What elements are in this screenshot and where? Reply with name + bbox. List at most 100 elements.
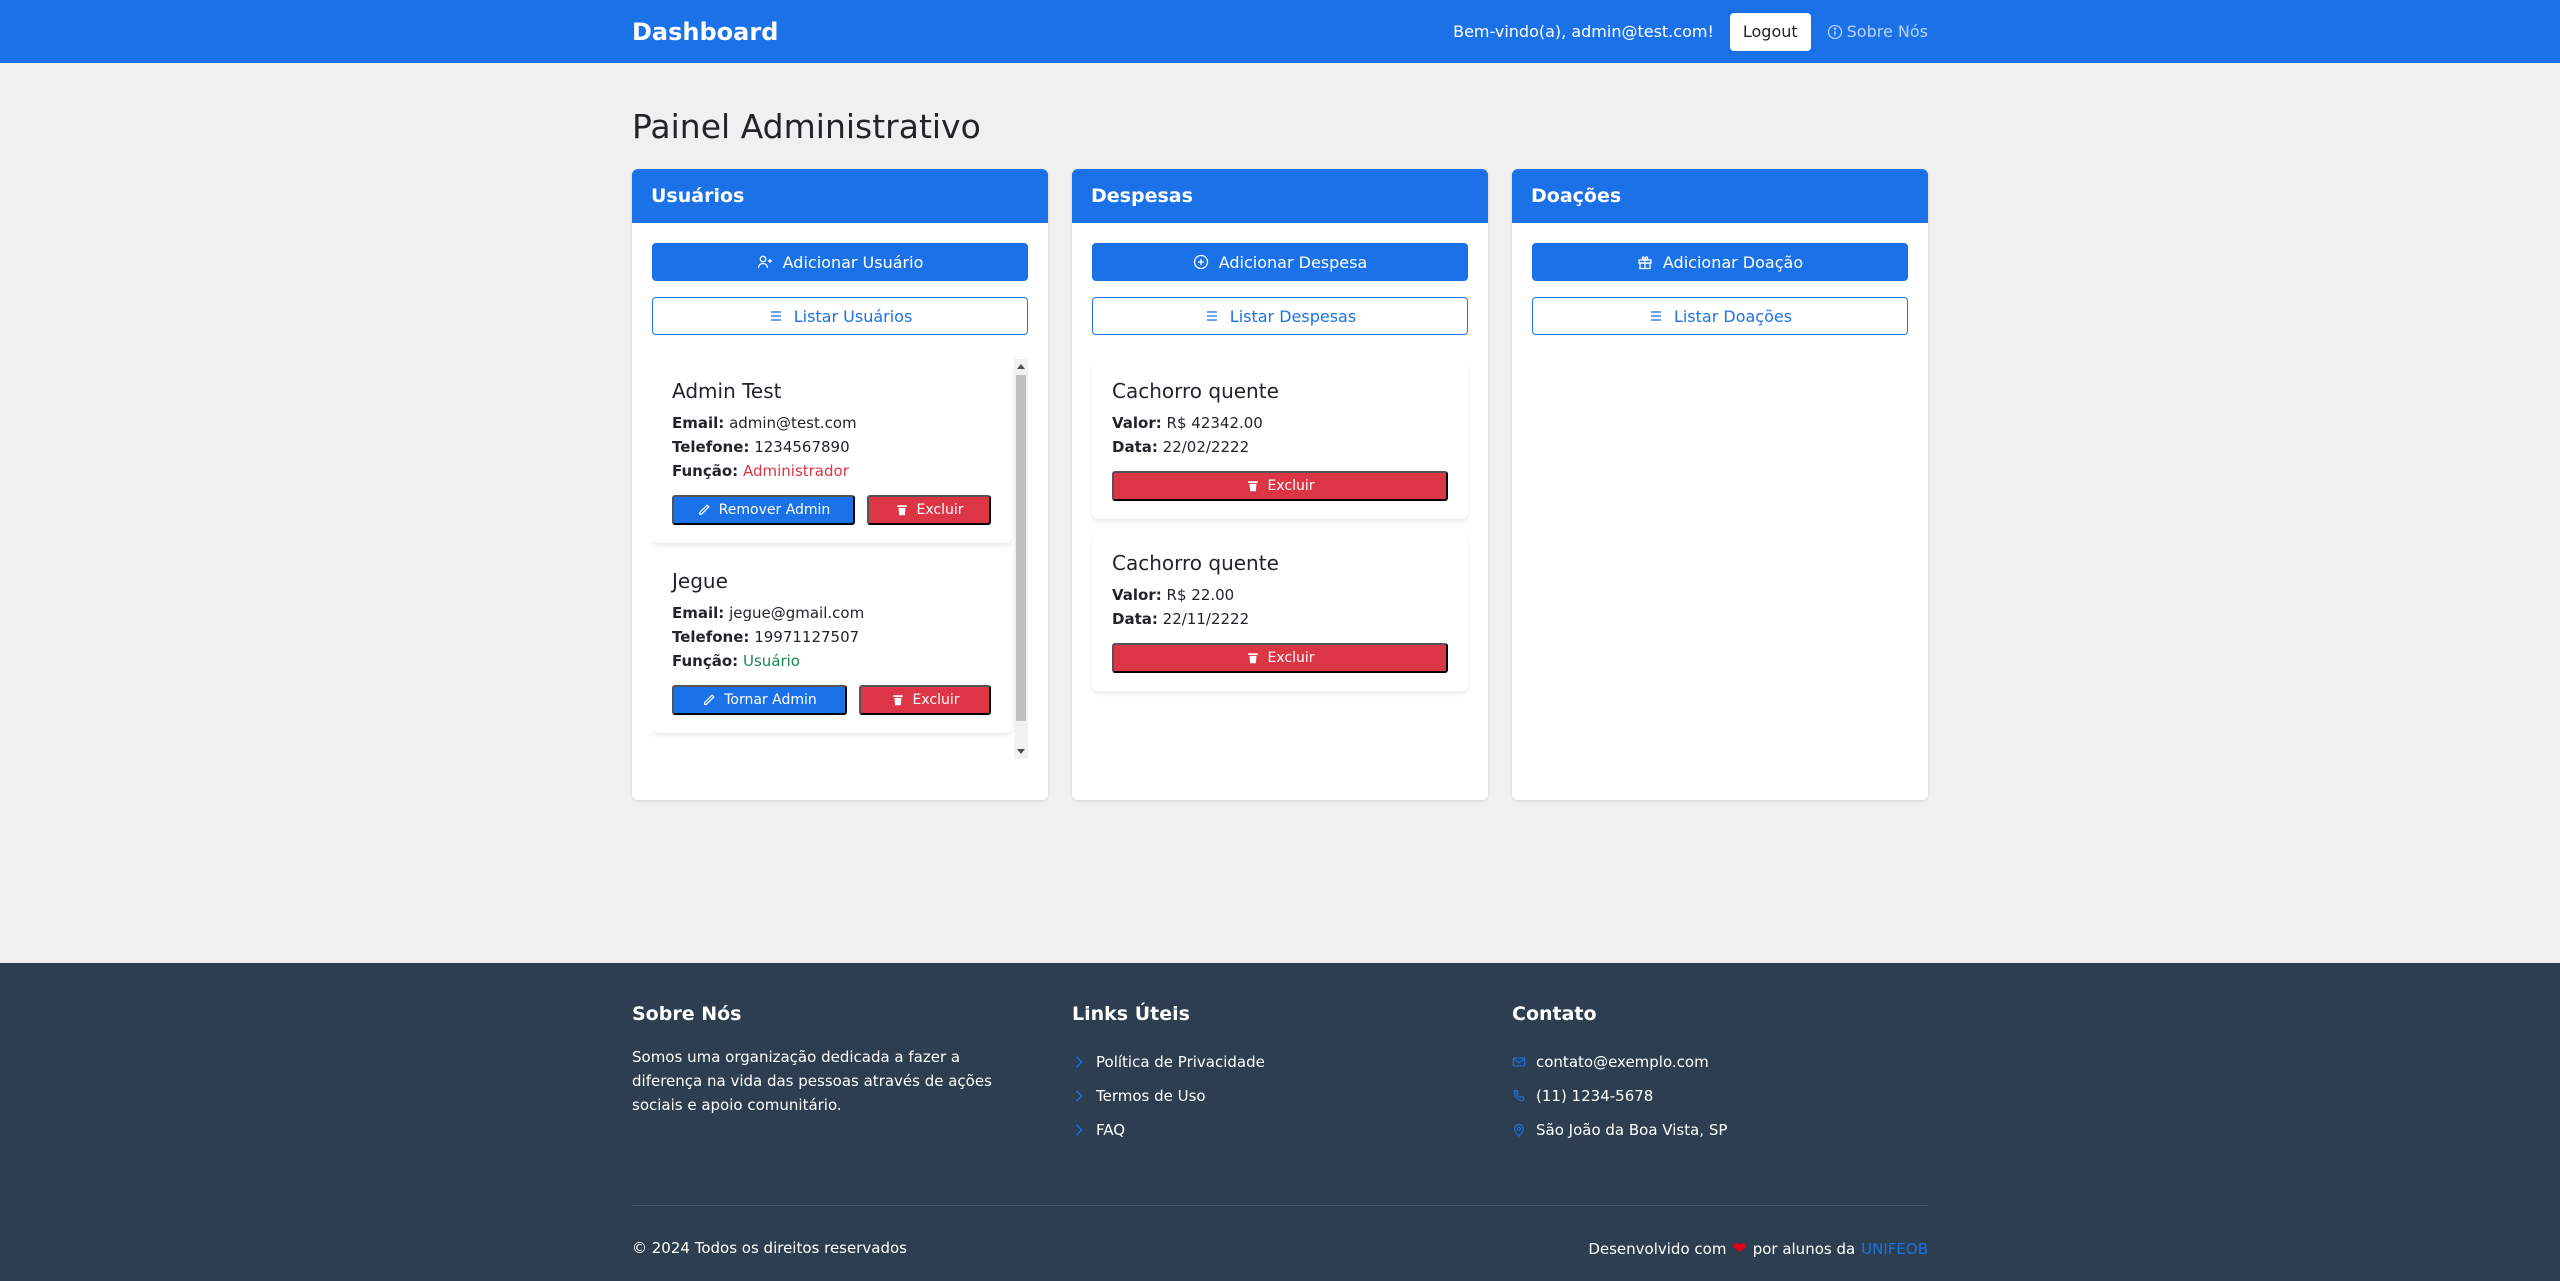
user-card: Admin Test Email: admin@test.com Telefon… <box>652 359 1012 543</box>
expense-value: R$ 22.00 <box>1166 586 1235 604</box>
make-admin-button[interactable]: Tornar Admin <box>672 685 847 715</box>
expense-value-label: Valor: <box>1112 414 1162 432</box>
footer-contact-phone: (11) 1234-5678 <box>1512 1079 1727 1113</box>
users-card-body: Adicionar Usuário Listar Usuários Admin … <box>632 223 1048 779</box>
user-email-label: Email: <box>672 414 725 432</box>
plus-circle-icon <box>1193 254 1208 270</box>
user-email-row: Email: jegue@gmail.com <box>672 601 992 625</box>
footer-link-privacy[interactable]: Política de Privacidade <box>1072 1045 1265 1079</box>
info-icon <box>1827 24 1842 39</box>
users-scroll-area[interactable]: Admin Test Email: admin@test.com Telefon… <box>652 359 1028 759</box>
expense-name: Cachorro quente <box>1112 379 1279 403</box>
footer-link-terms[interactable]: Termos de Uso <box>1072 1079 1265 1113</box>
add-user-label: Adicionar Usuário <box>782 252 924 272</box>
gift-icon <box>1638 256 1652 270</box>
credit-prefix: Desenvolvido com <box>1588 1240 1727 1258</box>
user-name: Admin Test <box>672 379 782 403</box>
delete-expense-button[interactable]: Excluir <box>1112 471 1448 501</box>
delete-expense-label: Excluir <box>1267 650 1315 666</box>
user-role: Usuário <box>742 652 800 670</box>
expense-card: Cachorro quente Valor: R$ 22.00 Data: 22… <box>1092 531 1468 691</box>
expense-date-label: Data: <box>1112 610 1158 628</box>
location-pin-icon <box>1514 1123 1524 1137</box>
credit-text: Desenvolvido com ❤ por alunos da UNIFEOB <box>1588 1239 1928 1259</box>
heart-icon: ❤ <box>1732 1239 1747 1259</box>
footer-link-faq[interactable]: FAQ <box>1072 1113 1265 1147</box>
delete-user-button[interactable]: Excluir <box>867 495 991 525</box>
delete-expense-label: Excluir <box>1267 478 1315 494</box>
user-card: Jegue Email: jegue@gmail.com Telefone: 1… <box>652 549 1012 733</box>
expense-date-row: Data: 22/02/2222 <box>1112 435 1448 459</box>
scroll-thumb[interactable] <box>1016 375 1026 721</box>
logout-button[interactable]: Logout <box>1729 12 1811 51</box>
footer-about-text: Somos uma organização dedicada a fazer a… <box>632 1048 992 1114</box>
brand-link[interactable]: Dashboard <box>632 18 778 46</box>
users-card-header: Usuários <box>632 169 1048 223</box>
user-phone-label: Telefone: <box>672 628 750 646</box>
expense-date-row: Data: 22/11/2222 <box>1112 607 1448 631</box>
expense-date: 22/11/2222 <box>1162 610 1250 628</box>
user-email: jegue@gmail.com <box>729 604 865 622</box>
expense-value-row: Valor: R$ 22.00 <box>1112 583 1448 607</box>
expenses-list: Cachorro quente Valor: R$ 42342.00 Data:… <box>1092 359 1468 691</box>
delete-user-button[interactable]: Excluir <box>859 685 991 715</box>
donations-card-header: Doações <box>1512 169 1928 223</box>
expenses-card: Despesas Adicionar Despesa Listar Despes… <box>1072 169 1488 800</box>
list-users-label: Listar Usuários <box>793 306 913 326</box>
footer-link-label: FAQ <box>1096 1121 1126 1139</box>
user-role-label: Função: <box>672 652 739 670</box>
footer: Sobre Nós Somos uma organização dedicada… <box>0 963 2560 1281</box>
add-expense-button[interactable]: Adicionar Despesa <box>1092 243 1468 281</box>
user-phone-row: Telefone: 19971127507 <box>672 625 992 649</box>
expense-value-row: Valor: R$ 42342.00 <box>1112 411 1448 435</box>
delete-user-label: Excluir <box>912 692 960 708</box>
trash-icon <box>896 505 907 516</box>
expense-date: 22/02/2222 <box>1162 438 1250 456</box>
list-expenses-button[interactable]: Listar Despesas <box>1092 297 1468 335</box>
make-admin-label: Tornar Admin <box>724 692 817 708</box>
chevron-right-icon <box>1075 1056 1083 1068</box>
user-role-row: Função: Administrador <box>672 459 992 483</box>
list-donations-button[interactable]: Listar Doações <box>1532 297 1908 335</box>
remove-admin-button[interactable]: Remover Admin <box>672 495 855 525</box>
trash-icon <box>1247 481 1258 492</box>
footer-about-title: Sobre Nós <box>632 1003 742 1025</box>
user-email: admin@test.com <box>729 414 857 432</box>
footer-link-label: Termos de Uso <box>1096 1087 1206 1105</box>
footer-contact-list: contato@exemplo.com (11) 1234-5678 São J… <box>1512 1045 1727 1147</box>
expenses-card-header: Despesas <box>1072 169 1488 223</box>
footer-contact-email: contato@exemplo.com <box>1512 1045 1727 1079</box>
users-scrollbar[interactable] <box>1014 359 1028 759</box>
delete-expense-button[interactable]: Excluir <box>1112 643 1448 673</box>
footer-contact-location: São João da Boa Vista, SP <box>1512 1113 1727 1147</box>
footer-email: contato@exemplo.com <box>1536 1053 1709 1071</box>
user-email-label: Email: <box>672 604 725 622</box>
expense-name: Cachorro quente <box>1112 551 1279 575</box>
list-icon <box>770 311 781 321</box>
trash-icon <box>892 695 903 706</box>
users-card: Usuários Adicionar Usuário Listar Usuári… <box>632 169 1048 800</box>
add-user-button[interactable]: Adicionar Usuário <box>652 243 1028 281</box>
about-link[interactable]: Sobre Nós <box>1827 22 1928 41</box>
scroll-up-arrow-icon[interactable] <box>1017 364 1025 369</box>
donations-card-body: Adicionar Doação Listar Doações <box>1512 223 1928 355</box>
scroll-down-arrow-icon[interactable] <box>1017 749 1025 754</box>
unifeob-link[interactable]: UNIFEOB <box>1861 1240 1928 1258</box>
envelope-icon <box>1512 1057 1526 1067</box>
footer-location: São João da Boa Vista, SP <box>1536 1121 1728 1139</box>
add-donation-label: Adicionar Doação <box>1662 252 1804 272</box>
footer-phone: (11) 1234-5678 <box>1536 1087 1654 1105</box>
welcome-text: Bem-vindo(a), admin@test.com! <box>1453 22 1714 41</box>
list-users-button[interactable]: Listar Usuários <box>652 297 1028 335</box>
expense-card: Cachorro quente Valor: R$ 42342.00 Data:… <box>1092 359 1468 519</box>
footer-about: Sobre Nós Somos uma organização dedicada… <box>632 1003 1032 1117</box>
add-donation-button[interactable]: Adicionar Doação <box>1532 243 1908 281</box>
delete-user-label: Excluir <box>916 502 964 518</box>
user-actions: Remover Admin Excluir <box>672 495 992 525</box>
user-role-row: Função: Usuário <box>672 649 992 673</box>
user-phone: 1234567890 <box>754 438 850 456</box>
user-role-label: Função: <box>672 462 739 480</box>
footer-contact-title: Contato <box>1512 1003 1597 1025</box>
user-phone-row: Telefone: 1234567890 <box>672 435 992 459</box>
navbar: Dashboard Bem-vindo(a), admin@test.com! … <box>0 0 2560 63</box>
